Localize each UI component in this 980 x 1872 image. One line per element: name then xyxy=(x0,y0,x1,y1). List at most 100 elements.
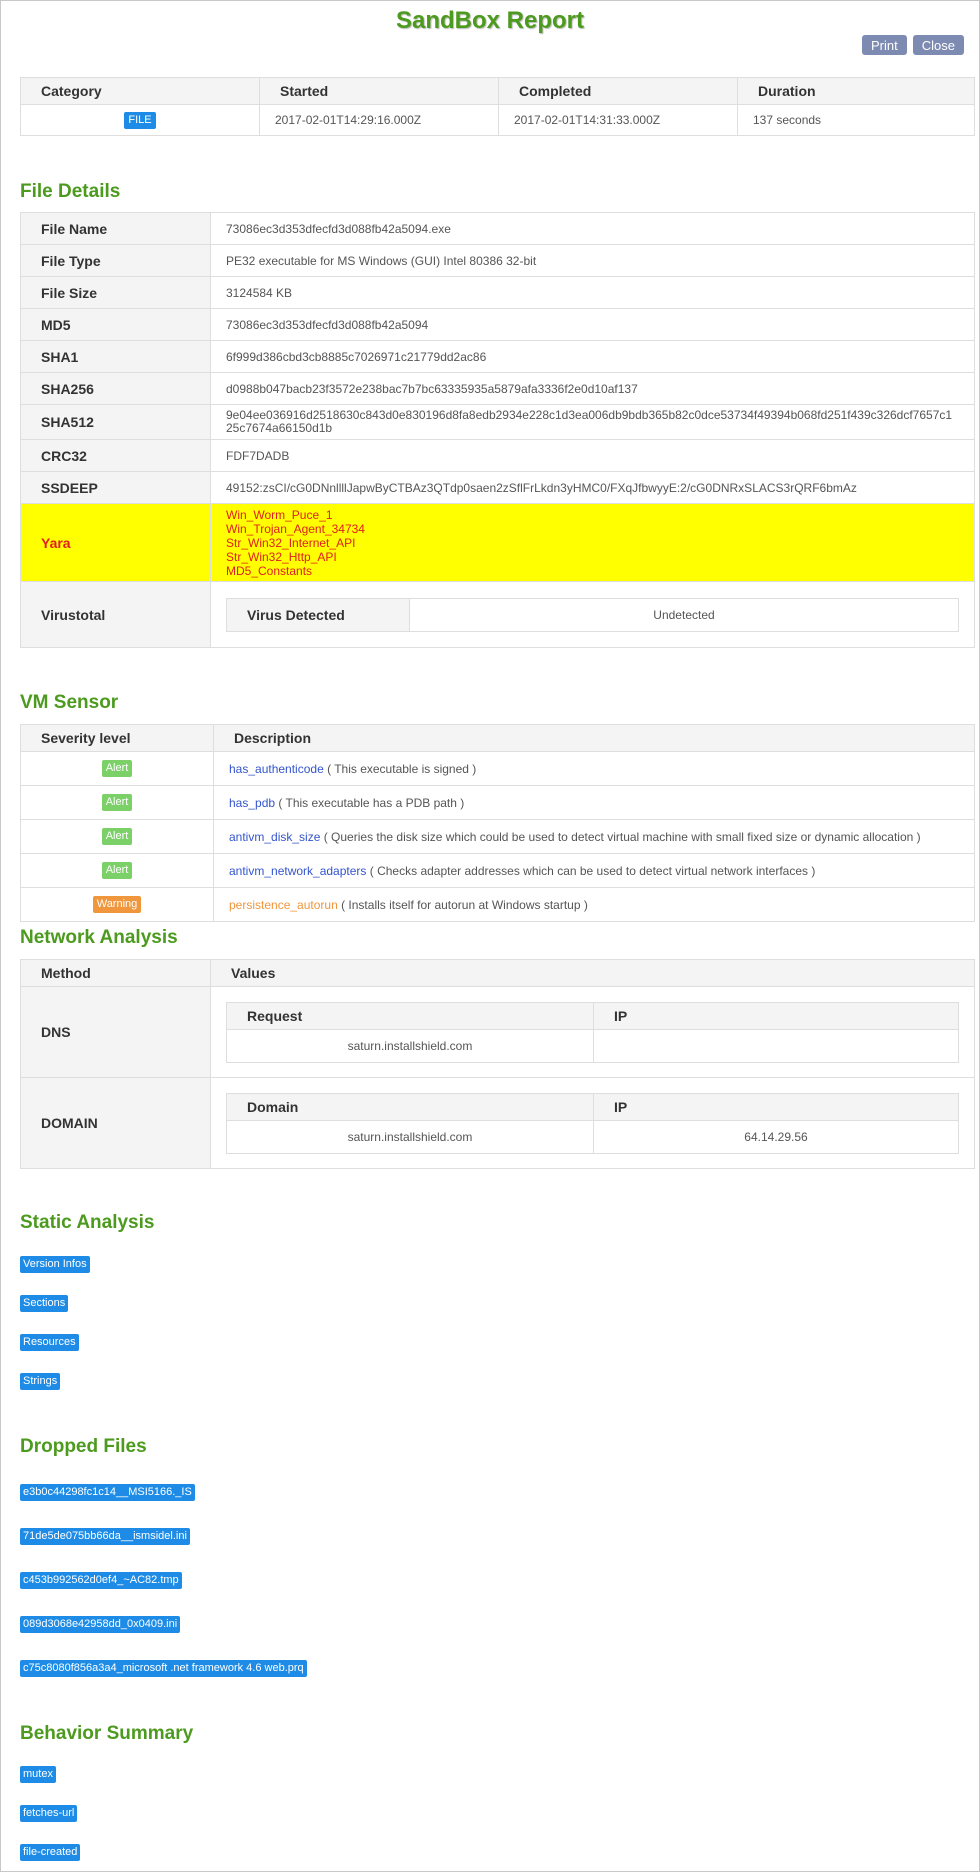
dns-ip-value xyxy=(593,1028,959,1063)
dns-label: DNS xyxy=(20,986,211,1078)
print-button[interactable]: Print xyxy=(862,35,907,55)
completed-value: 2017-02-01T14:31:33.000Z xyxy=(498,104,738,136)
sha256-label: SHA256 xyxy=(20,372,211,405)
table-row: Alert has_pdb ( This executable has a PD… xyxy=(20,785,975,820)
table-row: Alert antivm_disk_size ( Queries the dis… xyxy=(20,819,975,854)
yara-rule: MD5_Constants xyxy=(226,563,313,578)
behavior-mutex-button[interactable]: mutex xyxy=(20,1766,56,1783)
dns-col-request: Request xyxy=(226,1001,594,1030)
ssdeep-label: SSDEEP xyxy=(20,471,211,504)
table-row: Alert antivm_network_adapters ( Checks a… xyxy=(20,853,975,888)
top-actions: Print Close xyxy=(862,35,964,55)
virus-detected-value: Undetected xyxy=(409,597,959,632)
yara-list: Win_Worm_Puce_1 Win_Trojan_Agent_34734 S… xyxy=(210,503,975,582)
file-type-label: File Type xyxy=(20,244,211,277)
dropped-file-button[interactable]: c453b992562d0ef4_~AC82.tmp xyxy=(20,1572,182,1589)
close-button[interactable]: Close xyxy=(912,35,964,55)
page-title: SandBox Report xyxy=(395,7,584,34)
table-row: Alert has_authenticode ( This executable… xyxy=(20,751,975,786)
col-completed: Completed xyxy=(498,77,738,105)
domain-value: saturn.installshield.com xyxy=(226,1119,594,1154)
sha512-value: 9e04ee036916d2518630c843d0e830196d8fa8ed… xyxy=(210,404,975,440)
virus-detected-label: Virus Detected xyxy=(226,597,410,632)
file-details-title: File Details xyxy=(20,181,121,202)
col-severity: Severity level xyxy=(20,724,214,752)
sha512-line-1: 9e04ee036916d2518630c843d0e830196d8fa8ed… xyxy=(226,408,953,422)
vm-sensor-table: Severity level Description Alert has_aut… xyxy=(20,724,975,922)
started-value: 2017-02-01T14:29:16.000Z xyxy=(259,104,499,136)
file-type-value: PE32 executable for MS Windows (GUI) Int… xyxy=(210,244,975,277)
behavior-fetches-url-button[interactable]: fetches-url xyxy=(20,1805,78,1822)
category-badge: FILE xyxy=(124,111,156,129)
network-table: Method Values DNS Request IP saturn.inst… xyxy=(20,959,975,1169)
signature-description: ( Queries the disk size which could be u… xyxy=(323,829,921,844)
vm-sensor-title: VM Sensor xyxy=(20,692,119,713)
static-sections-button[interactable]: Sections xyxy=(20,1295,69,1312)
signature-link[interactable]: has_pdb xyxy=(229,796,275,810)
dns-table: Request IP saturn.installshield.com xyxy=(226,1001,959,1063)
yara-rule: Str_Win32_Http_API xyxy=(226,549,337,564)
behavior-summary-title: Behavior Summary xyxy=(20,1723,194,1744)
file-size-value: 3124584 KB xyxy=(210,276,975,309)
sha512-line-2: 25c7674a66150d1b xyxy=(226,421,333,435)
md5-value: 73086ec3d353dfecfd3d088fb42a5094 xyxy=(210,308,975,341)
dns-request-value: saturn.installshield.com xyxy=(226,1028,594,1063)
crc32-value: FDF7DADB xyxy=(210,439,975,472)
col-method: Method xyxy=(20,959,211,987)
signature-link[interactable]: antivm_network_adapters xyxy=(229,864,366,878)
yara-rule: Win_Worm_Puce_1 xyxy=(226,507,333,522)
file-details-table: File Name 73086ec3d353dfecfd3d088fb42a50… xyxy=(20,212,975,648)
dropped-file-button[interactable]: c75c8080f856a3a4_microsoft .net framewor… xyxy=(20,1660,307,1677)
signature-description: ( Installs itself for autorun at Windows… xyxy=(341,897,588,912)
virustotal-label: Virustotal xyxy=(20,581,211,648)
warning-badge: Warning xyxy=(92,896,142,913)
sha1-label: SHA1 xyxy=(20,340,211,373)
file-size-label: File Size xyxy=(20,276,211,309)
dns-col-ip: IP xyxy=(593,1001,959,1030)
dropped-file-button[interactable]: e3b0c44298fc1c14__MSI5166._IS xyxy=(20,1484,195,1501)
alert-badge: Alert xyxy=(101,794,133,811)
sha256-value: d0988b047bacb23f3572e238bac7b7bc63335935… xyxy=(210,372,975,405)
col-values: Values xyxy=(210,959,975,987)
yara-label: Yara xyxy=(20,503,211,582)
domain-ip-value: 64.14.29.56 xyxy=(593,1119,959,1154)
sha512-label: SHA512 xyxy=(20,404,211,440)
signature-link[interactable]: persistence_autorun xyxy=(229,898,338,912)
virustotal-cell: Virus Detected Undetected xyxy=(210,581,975,648)
col-started: Started xyxy=(259,77,499,105)
behavior-file-created-button[interactable]: file-created xyxy=(20,1844,81,1861)
signature-description: ( This executable is signed ) xyxy=(327,761,477,776)
summary-table: Category Started Completed Duration FILE… xyxy=(20,77,975,136)
static-strings-button[interactable]: Strings xyxy=(20,1373,61,1390)
md5-label: MD5 xyxy=(20,308,211,341)
col-description: Description xyxy=(213,724,975,752)
static-resources-button[interactable]: Resources xyxy=(20,1334,79,1351)
alert-badge: Alert xyxy=(101,862,133,879)
domain-col-domain: Domain xyxy=(226,1092,594,1121)
static-version-infos-button[interactable]: Version Infos xyxy=(20,1256,90,1273)
dropped-files-title: Dropped Files xyxy=(20,1436,147,1457)
domain-col-ip: IP xyxy=(593,1092,959,1121)
dropped-file-button[interactable]: 089d3068e42958dd_0x0409.ini xyxy=(20,1616,181,1633)
domain-table: Domain IP saturn.installshield.com 64.14… xyxy=(226,1092,959,1154)
static-analysis-title: Static Analysis xyxy=(20,1212,155,1233)
col-category: Category xyxy=(20,77,260,105)
file-name-label: File Name xyxy=(20,212,211,245)
duration-value: 137 seconds xyxy=(737,104,975,136)
alert-badge: Alert xyxy=(101,828,133,845)
sha1-value: 6f999d386cbd3cb8885c7026971c21779dd2ac86 xyxy=(210,340,975,373)
signature-description: ( Checks adapter addresses which can be … xyxy=(369,863,816,878)
col-duration: Duration xyxy=(737,77,975,105)
virustotal-table: Virus Detected Undetected xyxy=(226,597,959,632)
file-name-value: 73086ec3d353dfecfd3d088fb42a5094.exe xyxy=(210,212,975,245)
network-analysis-title: Network Analysis xyxy=(20,927,178,948)
table-row: Warning persistence_autorun ( Installs i… xyxy=(20,887,975,922)
crc32-label: CRC32 xyxy=(20,439,211,472)
signature-link[interactable]: antivm_disk_size xyxy=(229,830,320,844)
ssdeep-value: 49152:zsCI/cG0DNnllllJapwByCTBAz3QTdp0sa… xyxy=(210,471,975,504)
alert-badge: Alert xyxy=(101,760,133,777)
signature-description: ( This executable has a PDB path ) xyxy=(278,795,465,810)
dropped-file-button[interactable]: 71de5de075bb66da__ismsidel.ini xyxy=(20,1528,190,1545)
domain-label: DOMAIN xyxy=(20,1077,211,1169)
signature-link[interactable]: has_authenticode xyxy=(229,762,324,776)
